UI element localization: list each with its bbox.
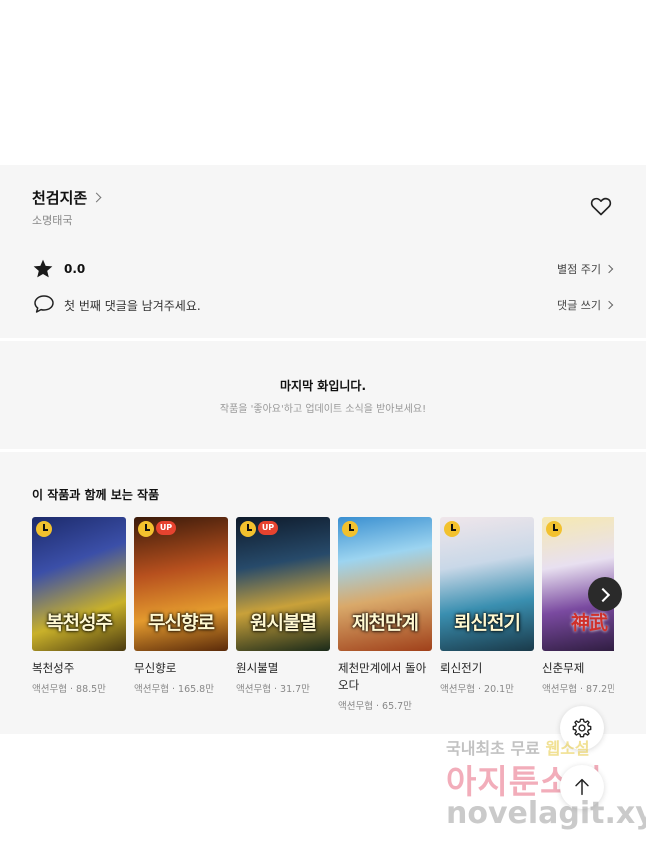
work-author: 소명태국 xyxy=(32,214,73,227)
rec-cover-title: 원시불멸 xyxy=(250,612,317,634)
speech-bubble-icon xyxy=(34,295,54,313)
rec-title: 무신향로 xyxy=(134,661,177,675)
comment-prompt[interactable]: 첫 번째 댓글을 남겨주세요. xyxy=(64,297,201,314)
clock-icon xyxy=(444,521,460,537)
work-title-link[interactable]: 천검지존 xyxy=(32,187,102,208)
clock-icon xyxy=(36,521,52,537)
rec-meta: 액션무협 · 65.7만 xyxy=(338,701,412,712)
up-badge: UP xyxy=(258,521,278,535)
rec-meta: 액션무협 · 87.2만 xyxy=(542,684,614,695)
rec-meta: 액션무협 · 31.7만 xyxy=(236,684,310,695)
rec-cover: UP 무신향로 xyxy=(134,517,228,651)
work-title: 천검지존 xyxy=(32,189,88,207)
write-comment-button[interactable]: 댓글 쓰기 xyxy=(557,297,614,313)
rec-cover-title: 神武 xyxy=(570,612,608,634)
rec-meta: 액션무협 · 88.5만 xyxy=(32,684,106,695)
rate-label: 별점 주기 xyxy=(557,263,601,276)
rec-card[interactable]: 제천만계 제천만계에서 돌아오다 액션무협 · 65.7만 xyxy=(338,517,432,712)
clock-icon xyxy=(138,521,154,537)
rec-cover-title: 뢰신전기 xyxy=(454,612,521,634)
watermark-line3: novelagit.xyz xyxy=(446,796,646,831)
rec-title: 원시불멸 xyxy=(236,661,279,675)
up-badge: UP xyxy=(156,521,176,535)
rate-button[interactable]: 별점 주기 xyxy=(557,261,614,277)
rec-cover-title: 무신향로 xyxy=(148,612,215,634)
rec-title: 복천성주 xyxy=(32,661,75,675)
rec-meta: 액션무협 · 20.1만 xyxy=(440,684,514,695)
clock-icon xyxy=(240,521,256,537)
rec-title: 제천만계에서 돌아오다 xyxy=(338,661,427,692)
rec-card[interactable]: 복천성주 복천성주 액션무협 · 88.5만 xyxy=(32,517,126,695)
chevron-right-icon xyxy=(604,264,614,274)
last-episode-title: 마지막 화입니다. xyxy=(279,379,367,393)
rec-title: 신춘무제 xyxy=(542,661,585,675)
last-episode-panel xyxy=(0,341,646,449)
rec-card[interactable]: 뢰신전기 뢰신전기 액션무협 · 20.1만 xyxy=(440,517,534,695)
clock-icon xyxy=(342,521,358,537)
rec-cover-title: 제천만계 xyxy=(352,612,419,634)
rec-meta: 액션무협 · 165.8만 xyxy=(134,684,214,695)
rec-cover: 복천성주 xyxy=(32,517,126,651)
carousel-next-button[interactable] xyxy=(588,577,622,611)
heart-icon[interactable] xyxy=(589,194,613,218)
clock-icon xyxy=(546,521,562,537)
rec-title: 뢰신전기 xyxy=(440,661,483,675)
rec-card[interactable]: UP 원시불멸 원시불멸 액션무협 · 31.7만 xyxy=(236,517,330,695)
last-episode-subtitle: 작품을 '좋아요'하고 업데이트 소식을 받아보세요! xyxy=(219,404,427,415)
rec-cover: 뢰신전기 xyxy=(440,517,534,651)
arrow-up-icon xyxy=(575,778,589,796)
chevron-right-icon xyxy=(91,192,102,203)
chevron-right-icon xyxy=(595,587,611,603)
star-icon xyxy=(33,259,53,278)
rec-card[interactable]: UP 무신향로 무신향로 액션무협 · 165.8만 xyxy=(134,517,228,695)
write-comment-label: 댓글 쓰기 xyxy=(557,299,601,312)
recommendations-heading: 이 작품과 함께 보는 작품 xyxy=(32,488,160,502)
rec-card-clip: 神武 신춘무제 액션무협 · 87.2만 xyxy=(542,517,614,727)
rec-cover-title: 복천성주 xyxy=(46,612,113,634)
chevron-right-icon xyxy=(604,300,614,310)
rec-cover: 제천만계 xyxy=(338,517,432,651)
rec-cover: UP 원시불멸 xyxy=(236,517,330,651)
rating-value: 0.0 xyxy=(64,262,86,276)
